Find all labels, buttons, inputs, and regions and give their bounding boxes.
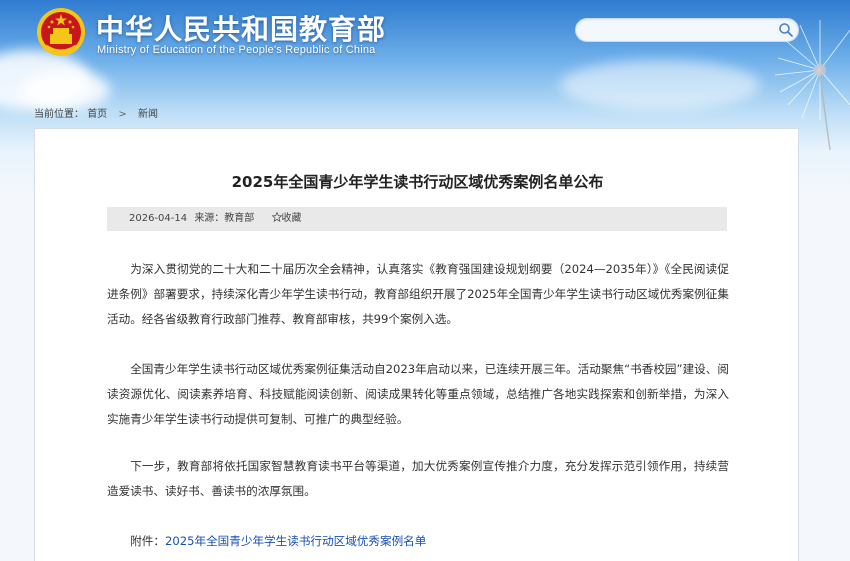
favorite-label: 收藏 <box>281 213 302 224</box>
article-container: 2025年全国青少年学生读书行动区域优秀案例名单公布 2026-04-14 来源… <box>34 128 799 561</box>
article-date: 2026-04-14 <box>129 213 188 224</box>
article-paragraph: 下一步，教育部将依托国家智慧教育读书平台等渠道，加大优秀案例宣传推介力度，充分发… <box>107 459 729 498</box>
breadcrumb: 当前位置： 首页 > 新闻 <box>34 105 158 120</box>
breadcrumb-news-link[interactable]: 新闻 <box>138 109 158 120</box>
breadcrumb-separator: > <box>118 109 127 120</box>
article-paragraph: 为深入贯彻党的二十大和二十届历次全会精神，认真落实《教育强国建设规划纲要（202… <box>107 262 729 326</box>
site-subtitle: Ministry of Education of the People's Re… <box>97 44 376 56</box>
article-paragraph: 全国青少年学生读书行动区域优秀案例征集活动自2023年启动以来，已连续开展三年。… <box>107 362 729 426</box>
attachment: 附件：2025年全国青少年学生读书行动区域优秀案例名单 <box>107 529 426 554</box>
article-title: 2025年全国青少年学生读书行动区域优秀案例名单公布 <box>231 173 604 191</box>
attachment-label: 附件： <box>130 534 165 548</box>
star-icon <box>270 211 283 223</box>
search-input[interactable] <box>586 21 766 39</box>
favorite-button[interactable]: 收藏 <box>270 211 306 224</box>
article-source: 来源：教育部 <box>194 213 255 224</box>
site-header: 中华人民共和国教育部 Ministry of Education of the … <box>0 0 850 95</box>
national-emblem-icon[interactable] <box>36 6 86 58</box>
article-meta-bar: 2026-04-14 来源：教育部 收藏 <box>107 207 727 231</box>
attachment-link[interactable]: 2025年全国青少年学生读书行动区域优秀案例名单 <box>165 534 426 548</box>
breadcrumb-home-link[interactable]: 首页 <box>87 109 107 120</box>
site-title[interactable]: 中华人民共和国教育部 <box>96 8 386 48</box>
breadcrumb-label: 当前位置： <box>34 109 84 120</box>
